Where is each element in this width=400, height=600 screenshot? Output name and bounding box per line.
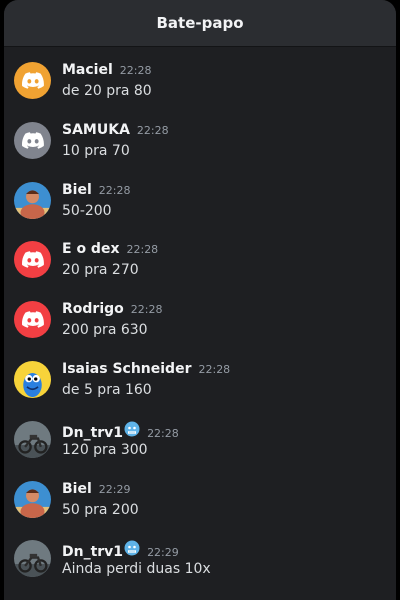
author-name[interactable]: Dn_trv1 (62, 425, 123, 441)
message-text: 120 pra 300 (62, 441, 148, 458)
message-text: de 20 pra 80 (62, 83, 152, 99)
author-name[interactable]: E o dex (62, 241, 119, 257)
chat-window: Bate-papo Maciel 22:28 de 20 pra 80 SAMUK… (4, 0, 396, 600)
timestamp: 22:28 (126, 243, 159, 257)
man-beach-photo-icon (14, 181, 51, 219)
discord-logo-icon (21, 311, 44, 328)
message-item[interactable]: SAMUKA 22:28 10 pra 70 (4, 112, 396, 172)
avatar[interactable] (14, 360, 51, 398)
timestamp: 22:28 (98, 183, 131, 197)
message-text: 10 pra 70 (62, 142, 130, 159)
message-text: 50 pra 200 (62, 501, 139, 518)
motorbike-photo-icon (14, 420, 51, 458)
author-name[interactable]: Rodrigo (62, 301, 124, 317)
author-name[interactable]: Isaias Schneider (62, 361, 191, 377)
chat-title: Bate-papo (156, 14, 244, 32)
timestamp: 22:28 (119, 64, 152, 77)
message-text: 20 pra 270 (62, 262, 139, 279)
discord-logo-icon (21, 251, 44, 269)
message-item[interactable]: E o dex 22:28 20 pra 270 (4, 231, 396, 291)
avatar[interactable] (14, 121, 51, 159)
motorbike-photo-icon (14, 540, 51, 578)
cold-face-emoji-icon (124, 421, 140, 437)
timestamp: 22:28 (130, 303, 163, 317)
message-text: 200 pra 630 (62, 322, 148, 339)
discord-logo-icon (21, 132, 44, 149)
message-list[interactable]: Maciel 22:28 de 20 pra 80 SAMUKA 22:28 10 … (4, 46, 396, 590)
message-text: Ainda perdi duas 10x (62, 561, 211, 578)
author-name[interactable]: Biel (62, 481, 92, 497)
timestamp: 22:29 (147, 546, 179, 560)
message-item[interactable]: Rodrigo 22:28 200 pra 630 (4, 291, 396, 351)
timestamp: 22:28 (136, 123, 169, 137)
man-beach-photo-icon (14, 480, 51, 518)
avatar[interactable] (14, 181, 51, 219)
message-item[interactable]: Dn_trv1 22:29 Ainda perdi duas 10x (4, 530, 396, 590)
author-name[interactable]: Dn_trv1 (62, 544, 123, 560)
cold-face-emoji-icon (124, 540, 140, 556)
message-item[interactable]: Isaias Schneider 22:28 de 5 pra 160 (4, 351, 396, 411)
avatar[interactable] (14, 241, 51, 279)
message-item[interactable]: Biel 22:29 50 pra 200 (4, 471, 396, 531)
timestamp: 22:28 (147, 426, 179, 440)
avatar[interactable] (14, 420, 51, 458)
author-name[interactable]: SAMUKA (62, 122, 130, 138)
author-name[interactable]: Maciel (62, 62, 113, 78)
avatar[interactable] (14, 301, 51, 339)
author-name[interactable]: Biel (62, 182, 92, 198)
message-item[interactable]: Biel 22:28 50-200 (4, 172, 396, 232)
discord-logo-icon (21, 72, 44, 89)
avatar[interactable] (14, 62, 51, 99)
message-text: 50-200 (62, 202, 112, 219)
avatar[interactable] (14, 540, 51, 578)
blue-cartoon-photo-icon (14, 360, 51, 398)
timestamp: 22:29 (98, 482, 131, 496)
message-text: de 5 pra 160 (62, 381, 152, 398)
timestamp: 22:28 (198, 362, 231, 376)
avatar[interactable] (14, 480, 51, 518)
chat-header: Bate-papo (4, 0, 396, 46)
message-item[interactable]: Maciel 22:28 de 20 pra 80 (4, 52, 396, 112)
message-item[interactable]: Dn_trv1 22:28 120 pra 300 (4, 411, 396, 471)
